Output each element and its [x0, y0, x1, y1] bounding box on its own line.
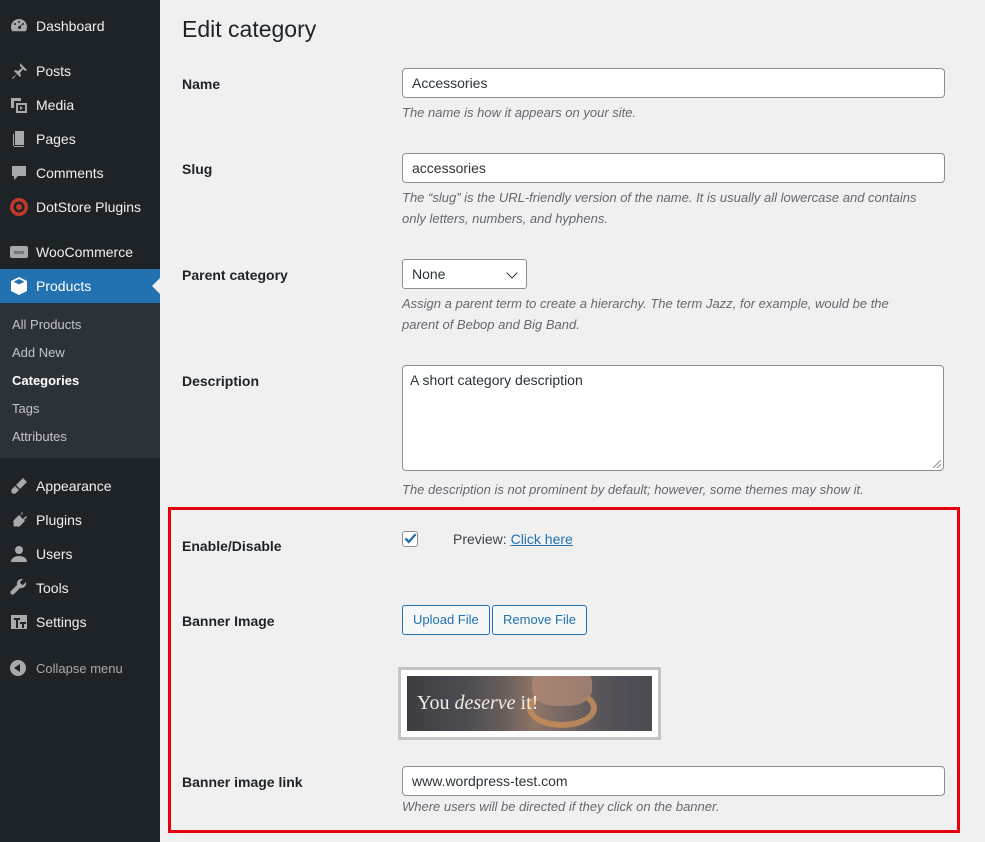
- menu-item-dashboard[interactable]: Dashboard: [0, 9, 160, 43]
- pin-icon: [0, 61, 36, 81]
- menu-item-users[interactable]: Users: [0, 537, 160, 571]
- parent-description-line-2: parent of Bebop and Big Band.: [402, 317, 580, 332]
- menu-label: Posts: [36, 63, 72, 79]
- menu-item-posts[interactable]: Posts: [0, 54, 160, 88]
- menu-label: Media: [36, 97, 75, 113]
- menu-label: Plugins: [36, 512, 82, 528]
- description-textarea[interactable]: A short category description: [402, 365, 944, 471]
- parent-description-line-1: Assign a parent term to create a hierarc…: [402, 296, 889, 311]
- dotstore-icon: [0, 197, 36, 217]
- collapse-menu-button[interactable]: Collapse menu: [0, 656, 160, 680]
- preview-row: Preview: Click here: [453, 531, 573, 547]
- menu-label: DotStore Plugins: [36, 199, 142, 215]
- name-description: The name is how it appears on your site.: [402, 105, 637, 120]
- svg-text:woo: woo: [14, 250, 24, 256]
- pages-icon: [0, 129, 36, 149]
- user-icon: [0, 544, 36, 564]
- menu-label: Comments: [36, 165, 104, 181]
- menu-item-plugins[interactable]: Plugins: [0, 503, 160, 537]
- slug-description-line-1: The “slug” is the URL-friendly version o…: [402, 190, 917, 205]
- banner-image-label: Banner Image: [182, 613, 275, 629]
- menu-item-tools[interactable]: Tools: [0, 571, 160, 605]
- current-menu-arrow: [152, 278, 160, 294]
- menu-label: Settings: [36, 614, 87, 630]
- banner-tagline: You deserve it!: [417, 692, 539, 714]
- description-text: A short category description: [410, 372, 583, 388]
- slug-label: Slug: [182, 161, 213, 177]
- woocommerce-icon: woo: [0, 242, 36, 262]
- preview-label: Preview:: [453, 531, 507, 547]
- menu-item-appearance[interactable]: Appearance: [0, 469, 160, 503]
- admin-sidebar: Dashboard Posts Media Pages Comments Dot…: [0, 0, 160, 842]
- plugin-icon: [0, 510, 36, 530]
- collapse-label: Collapse menu: [36, 660, 123, 676]
- submenu-tags[interactable]: Tags: [12, 401, 39, 416]
- menu-item-comments[interactable]: Comments: [0, 156, 160, 190]
- menu-label: Products: [36, 278, 92, 294]
- parent-category-label: Parent category: [182, 267, 288, 283]
- banner-link-label: Banner image link: [182, 774, 303, 790]
- menu-label: Pages: [36, 131, 76, 147]
- menu-label: Users: [36, 546, 73, 562]
- banner-preview: You deserve it!: [398, 667, 661, 740]
- menu-item-dotstore[interactable]: DotStore Plugins: [0, 190, 160, 224]
- wrench-icon: [0, 578, 36, 598]
- collapse-icon: [0, 660, 36, 676]
- paintbrush-icon: [0, 476, 36, 496]
- dashboard-icon: [0, 16, 36, 36]
- menu-label: Appearance: [36, 478, 112, 494]
- media-icon: [0, 95, 36, 115]
- menu-item-media[interactable]: Media: [0, 88, 160, 122]
- preview-link[interactable]: Click here: [511, 531, 573, 547]
- submenu-categories[interactable]: Categories: [12, 373, 79, 388]
- products-submenu: All Products Add New Categories Tags Att…: [0, 303, 160, 458]
- slug-input[interactable]: accessories: [402, 153, 945, 183]
- comment-icon: [0, 163, 36, 183]
- parent-category-value: None: [412, 266, 446, 282]
- menu-item-pages[interactable]: Pages: [0, 122, 160, 156]
- description-help: The description is not prominent by defa…: [402, 482, 864, 497]
- menu-label: Dashboard: [36, 18, 105, 34]
- resize-handle[interactable]: [933, 460, 941, 468]
- settings-icon: [0, 612, 36, 632]
- menu-item-products[interactable]: Products: [0, 269, 160, 303]
- menu-label: Tools: [36, 580, 69, 596]
- menu-label: WooCommerce: [36, 244, 133, 260]
- chevron-down-icon: [506, 267, 518, 279]
- box-icon: [0, 276, 36, 296]
- banner-link-description: Where users will be directed if they cli…: [402, 799, 720, 814]
- name-label: Name: [182, 76, 221, 92]
- checkmark-icon: [404, 533, 417, 544]
- description-label: Description: [182, 373, 260, 389]
- name-input[interactable]: Accessories: [402, 68, 945, 98]
- menu-item-woocommerce[interactable]: woo WooCommerce: [0, 235, 160, 269]
- banner-link-input[interactable]: www.wordpress-test.com: [402, 766, 945, 796]
- page-title: Edit category: [182, 16, 317, 42]
- submenu-add-new[interactable]: Add New: [12, 345, 65, 360]
- remove-file-button[interactable]: Remove File: [492, 605, 587, 635]
- submenu-attributes[interactable]: Attributes: [12, 429, 67, 444]
- submenu-all-products[interactable]: All Products: [12, 317, 81, 332]
- enable-disable-label: Enable/Disable: [182, 538, 282, 554]
- menu-item-settings[interactable]: Settings: [0, 605, 160, 639]
- enable-checkbox[interactable]: [402, 531, 418, 547]
- banner-image: You deserve it!: [407, 676, 652, 731]
- slug-description-line-2: only letters, numbers, and hyphens.: [402, 211, 608, 226]
- upload-file-button[interactable]: Upload File: [402, 605, 490, 635]
- parent-category-select[interactable]: None: [402, 259, 527, 289]
